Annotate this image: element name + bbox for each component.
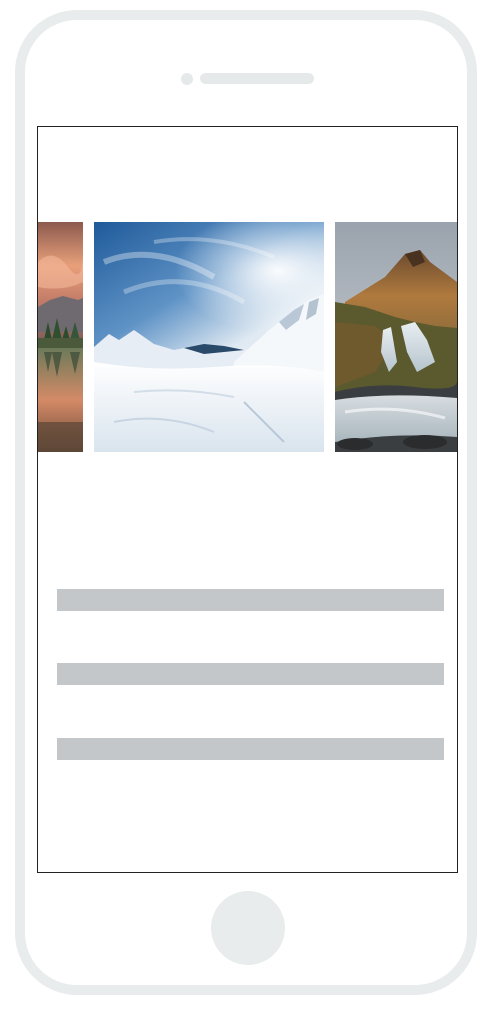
- earpiece-speaker: [200, 73, 314, 84]
- text-placeholder-line-1: [57, 589, 444, 611]
- text-placeholder-line-3: [57, 738, 444, 760]
- phone-screen: [37, 126, 458, 873]
- waterfall-mountain-image: [335, 222, 457, 452]
- image-carousel[interactable]: [38, 222, 457, 452]
- front-camera: [181, 73, 193, 85]
- carousel-slide-current[interactable]: [94, 222, 324, 452]
- text-placeholder-line-2: [57, 663, 444, 685]
- carousel-slide-previous[interactable]: [38, 222, 83, 452]
- sunset-lake-image: [38, 222, 83, 452]
- carousel-slide-next[interactable]: [335, 222, 457, 452]
- home-button[interactable]: [211, 891, 285, 965]
- snowy-mountain-image: [94, 222, 324, 452]
